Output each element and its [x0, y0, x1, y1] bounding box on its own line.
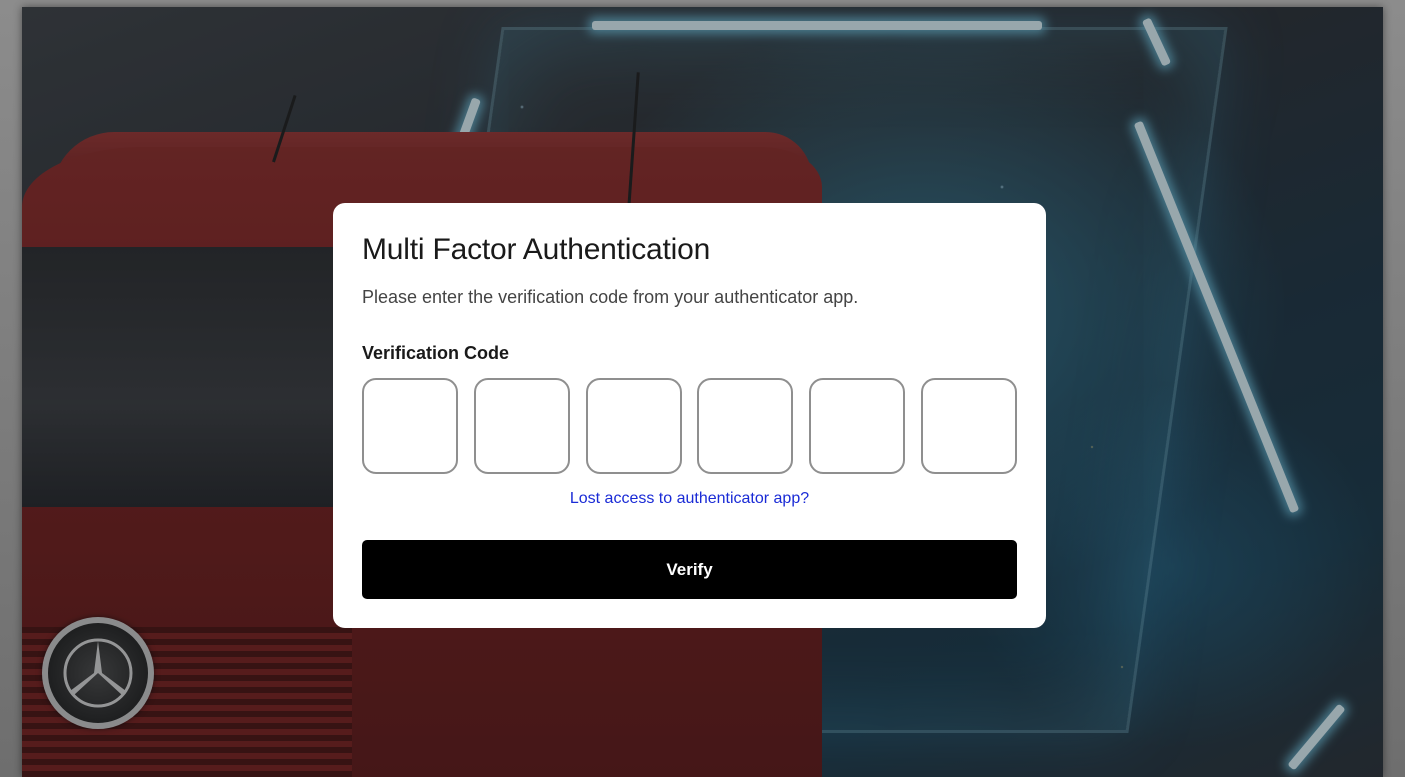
lost-access-link[interactable]: Lost access to authenticator app? — [333, 490, 1046, 508]
dialog-description: Please enter the verification code from … — [362, 287, 859, 307]
code-digit-5[interactable] — [809, 378, 906, 474]
screen-frame: Multi Factor Authentication Please enter… — [0, 0, 1405, 777]
verification-code-label: Verification Code — [362, 343, 510, 363]
verify-button[interactable]: Verify — [362, 540, 1017, 599]
code-digit-2[interactable] — [473, 378, 570, 474]
dialog-title: Multi Factor Authentication — [362, 233, 711, 266]
verification-code-inputs — [362, 378, 1017, 478]
code-digit-4[interactable] — [697, 378, 794, 474]
code-digit-1[interactable] — [362, 378, 458, 474]
mfa-dialog: Multi Factor Authentication Please enter… — [333, 203, 1046, 628]
code-digit-6[interactable] — [920, 378, 1017, 474]
code-digit-3[interactable] — [585, 378, 682, 474]
